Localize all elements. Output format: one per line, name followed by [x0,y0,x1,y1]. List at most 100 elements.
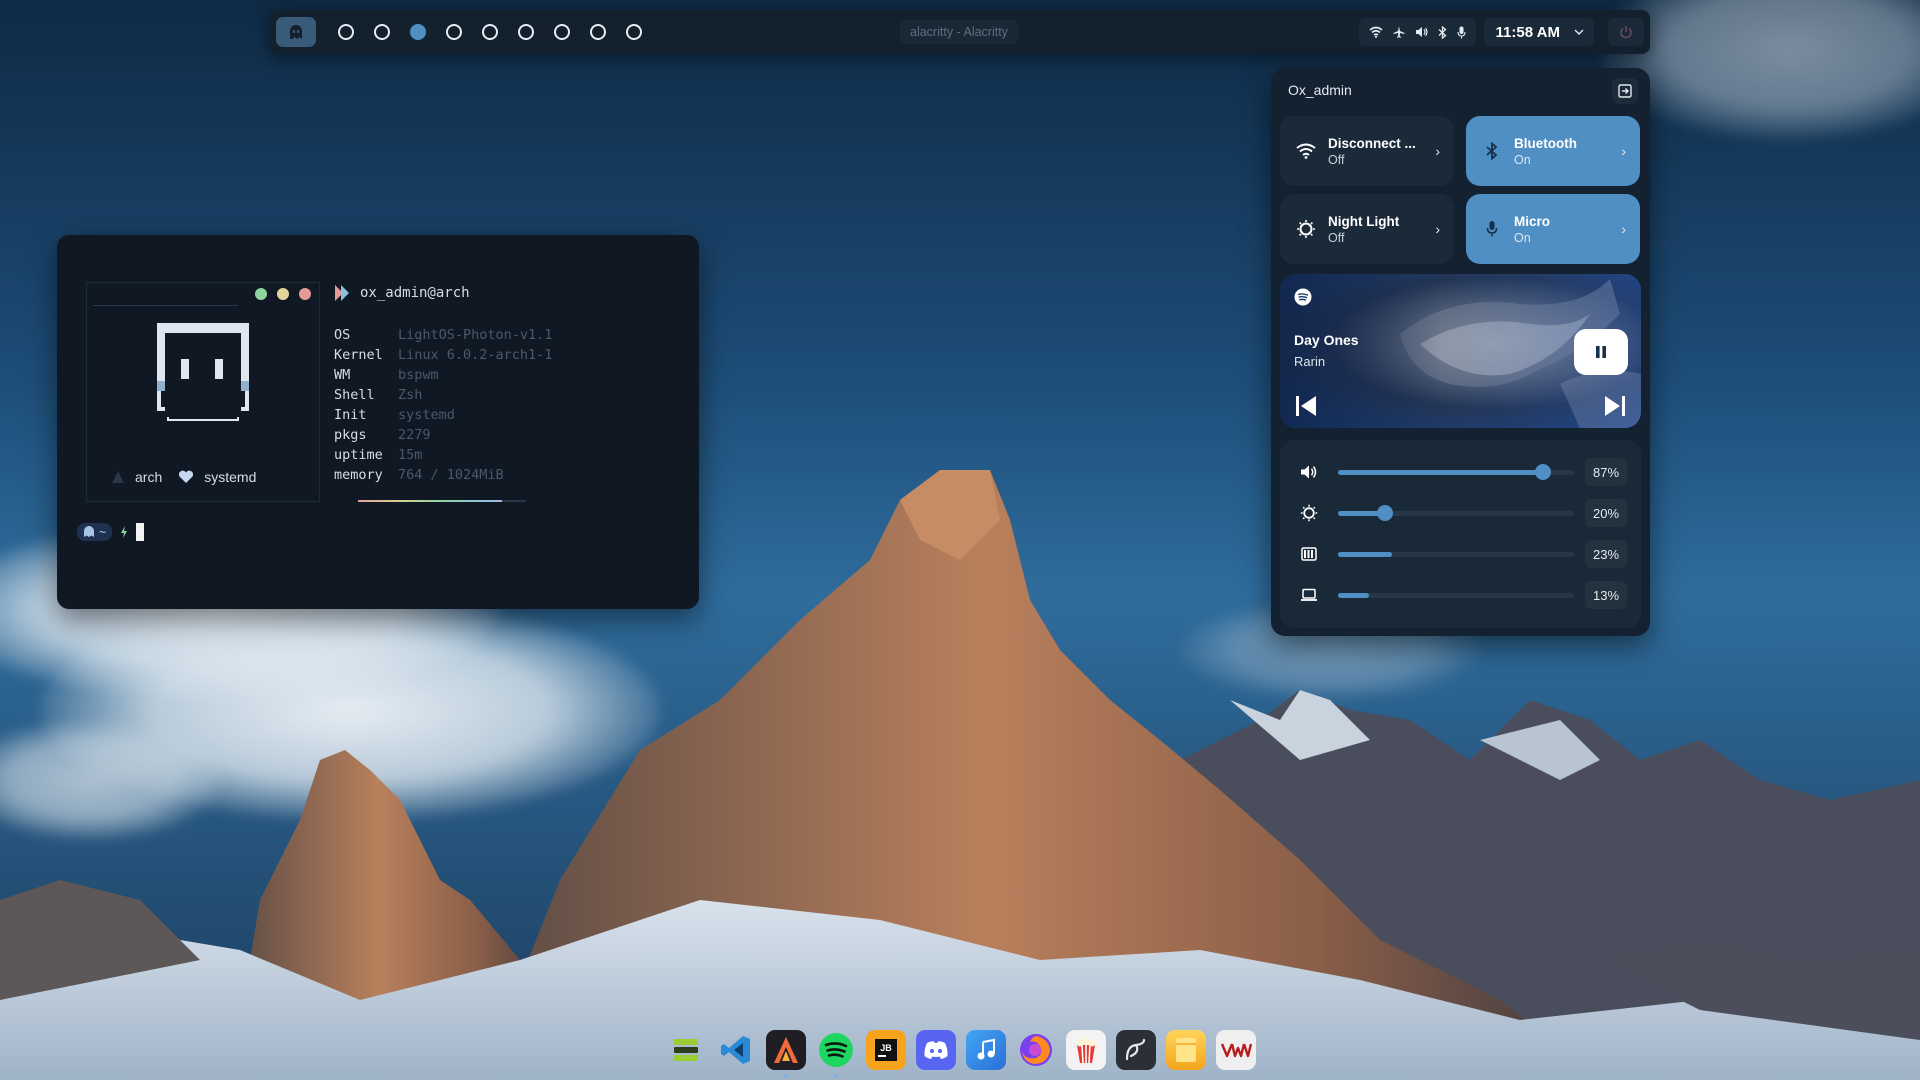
volume-icon [1301,465,1317,479]
clock[interactable]: 11:58 AM [1483,18,1594,46]
svg-text:JB: JB [880,1043,892,1053]
system-info-list: OS LightOS-Photon-v1.1 Kernel Linux 6.0.2-a… [334,325,552,485]
ghost-logo-icon [157,323,249,421]
chevron-right-icon[interactable]: › [1435,143,1440,159]
info-row: uptime 15m [334,445,552,465]
wifi-tile-title: Disconnect ... [1328,135,1416,151]
airplane-icon[interactable] [1393,26,1405,38]
workspace-6-indicator[interactable] [518,24,534,40]
wifi-tile-status: Off [1328,152,1345,167]
microphone-tile[interactable]: Micro On › [1466,194,1640,264]
running-indicator [834,1074,838,1078]
song-artist: Rarin [1294,354,1326,369]
brightness-slider-row: 20% [1280,493,1641,533]
notes-app[interactable] [1166,1030,1206,1070]
brightness-slider-handle[interactable] [1377,504,1394,521]
vscode-app[interactable] [716,1030,756,1070]
info-value: systemd [398,407,455,423]
media-player: Day Ones Rarin [1280,274,1641,428]
info-value: 15m [398,447,423,463]
bluetooth-tile[interactable]: Bluetooth On › [1466,116,1640,186]
night-light-tile[interactable]: Night Light Off › [1280,194,1454,264]
info-row: WM bspwm [334,365,552,385]
host-label: ox_admin@arch [360,285,470,301]
system-tray[interactable] [1359,18,1476,46]
info-row: Kernel Linux 6.0.2-arch1-1 [334,345,552,365]
info-key: OS [334,327,351,343]
workspace-2-indicator[interactable] [374,24,390,40]
terminal-window[interactable]: arch systemd ox_admin@arch OS LightOS-Pho… [57,235,699,609]
workspace-9-indicator[interactable] [626,24,642,40]
microphone-icon[interactable] [1457,26,1466,39]
info-value: 2279 [398,427,431,443]
wifi-tile[interactable]: Disconnect ... Off › [1280,116,1454,186]
popcorn-app[interactable] [1066,1030,1106,1070]
spotify-app[interactable] [816,1030,856,1078]
launcher-button[interactable] [276,17,316,47]
power-icon [1620,26,1632,39]
skip-next-icon [1605,396,1625,416]
info-row: memory 764 / 1024MiB [334,465,552,485]
jetbrains-toolbox-app[interactable]: JB [866,1030,906,1070]
music-app[interactable] [966,1030,1006,1070]
username: Ox_admin [1288,82,1352,98]
workspace-3-indicator[interactable] [410,24,426,40]
shell-prompt[interactable]: ~ [77,523,145,541]
brightness-slider[interactable] [1338,504,1574,521]
wifi-icon[interactable] [1369,26,1383,38]
screen-bar [1338,592,1574,598]
info-value: bspwm [398,367,439,383]
sliders-panel: 87% 20% 23% 13% [1280,440,1641,628]
alacritty-app[interactable] [766,1030,806,1078]
vmware-app[interactable] [1216,1030,1256,1070]
info-key: memory [334,467,383,483]
volume-slider[interactable] [1338,463,1574,480]
vector-pen-icon [1125,1038,1146,1061]
previous-track-button[interactable] [1294,394,1318,423]
volume-icon[interactable] [1415,26,1428,38]
inkscape-app[interactable] [1116,1030,1156,1070]
workspace-4-indicator[interactable] [446,24,462,40]
chevron-right-icon[interactable]: › [1621,143,1626,159]
battery-icon [1301,547,1317,561]
volume-slider-handle[interactable] [1535,463,1552,480]
text-cursor [136,523,145,541]
discord-app[interactable] [916,1030,956,1070]
power-button[interactable] [1608,18,1644,46]
chevron-down-icon[interactable] [1574,29,1584,35]
info-value: Zsh [398,387,423,403]
bluetooth-tile-status: On [1514,152,1531,167]
chevron-right-icon[interactable]: › [1435,221,1440,237]
popcorn-icon [1076,1037,1096,1064]
pause-button[interactable] [1574,329,1628,375]
next-track-button[interactable] [1603,394,1627,423]
info-row: pkgs 2279 [334,425,552,445]
prompt-directory: ~ [99,525,107,539]
alacritty-icon [774,1037,798,1063]
ghost-icon [290,25,302,39]
bluetooth-icon [1486,142,1498,160]
workspace-1-indicator[interactable] [338,24,354,40]
logout-icon [1618,84,1632,98]
night-light-tile-status: Off [1328,230,1345,245]
workspace-8-indicator[interactable] [590,24,606,40]
chevron-right-icon[interactable]: › [1621,221,1626,237]
info-row: Init systemd [334,405,552,425]
workspace-7-indicator[interactable] [554,24,570,40]
fetch-host: ox_admin@arch [334,284,470,302]
screen-percent: 13% [1585,581,1627,609]
microphone-tile-status: On [1514,230,1531,245]
firefox-app[interactable] [1016,1030,1056,1070]
logout-button[interactable] [1612,78,1638,104]
song-title: Day Ones [1294,332,1359,348]
skip-previous-icon [1296,396,1316,416]
workspace-5-indicator[interactable] [482,24,498,40]
sun-icon [1297,220,1315,238]
info-value: 764 / 1024MiB [398,467,504,483]
bluetooth-icon[interactable] [1438,25,1447,39]
arch-icon [112,471,124,483]
spotify-icon [1294,288,1312,306]
files-manager-app[interactable] [666,1030,706,1070]
heart-icon [179,470,194,483]
ghost-prompt-icon [84,526,94,537]
